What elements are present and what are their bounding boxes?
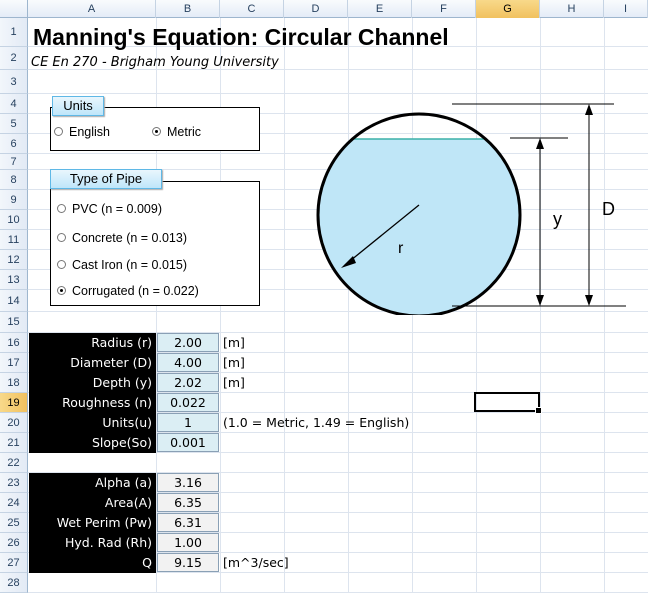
row-header-7[interactable]: 7 (0, 154, 28, 170)
units-metric-radio[interactable]: Metric (152, 125, 201, 139)
depth-unit-cell[interactable]: [m] (223, 373, 245, 393)
row-header-16[interactable]: 16 (0, 333, 28, 353)
radius-label-cell[interactable]: Radius (r) (29, 333, 156, 353)
radio-on-icon (57, 286, 66, 295)
units-metric-label: Metric (167, 125, 202, 139)
row-header-26[interactable]: 26 (0, 533, 28, 553)
row-header-27[interactable]: 27 (0, 553, 28, 573)
page-title: Manning's Equation: Circular Channel (33, 24, 449, 50)
column-h-header[interactable]: H (540, 0, 604, 18)
row-header-8[interactable]: 8 (0, 170, 28, 190)
pipe-cross-section-diagram: r D y (316, 103, 626, 315)
row-header-22[interactable]: 22 (0, 453, 28, 473)
row-header-19[interactable]: 19 (0, 393, 28, 413)
radius-unit-cell[interactable]: [m] (223, 333, 245, 353)
diameter-arrow-bottom (585, 295, 593, 306)
depth-label-cell[interactable]: Depth (y) (29, 373, 156, 393)
units-value-cell[interactable]: 1 (157, 413, 219, 432)
pipe-group-label: Type of Pipe (50, 169, 162, 189)
depth-label: y (553, 209, 562, 229)
flow-label-cell[interactable]: Q (29, 553, 156, 573)
pipe-concrete-label: Concrete (n = 0.013) (72, 231, 187, 245)
row-header-11[interactable]: 11 (0, 230, 28, 250)
units-english-radio[interactable]: English (54, 125, 110, 139)
row-header-2[interactable]: 2 (0, 47, 28, 70)
row-header-5[interactable]: 5 (0, 114, 28, 134)
column-e-header[interactable]: E (348, 0, 412, 18)
pipe-corrugated-label: Corrugated (n = 0.022) (72, 284, 199, 298)
diameter-label: D (602, 199, 615, 219)
diameter-unit-cell[interactable]: [m] (223, 353, 245, 373)
radio-off-icon (57, 233, 66, 242)
depth-arrow-top (536, 138, 544, 149)
column-c-header[interactable]: C (220, 0, 284, 18)
row-header-14[interactable]: 14 (0, 290, 28, 312)
row-header-28[interactable]: 28 (0, 573, 28, 593)
pipe-concrete-radio[interactable]: Concrete (n = 0.013) (57, 231, 187, 245)
pipe-cast-iron-label: Cast Iron (n = 0.015) (72, 258, 187, 272)
row-header-25[interactable]: 25 (0, 513, 28, 533)
column-d-header[interactable]: D (284, 0, 348, 18)
column-i-header[interactable]: I (604, 0, 648, 18)
row-header-1[interactable]: 1 (0, 18, 28, 47)
row-header-9[interactable]: 9 (0, 190, 28, 210)
radius-label: r (398, 240, 404, 257)
roughness-value-cell[interactable]: 0.022 (157, 393, 219, 412)
select-all-corner[interactable] (0, 0, 28, 18)
hydraulic-radius-label-cell[interactable]: Hyd. Rad (Rh) (29, 533, 156, 553)
column-g-header[interactable]: G (476, 0, 540, 18)
page-subtitle: CE En 270 - Brigham Young University (31, 55, 279, 70)
units-group-label: Units (52, 96, 104, 116)
row-header-24[interactable]: 24 (0, 493, 28, 513)
flow-value-cell[interactable]: 9.15 (157, 553, 219, 572)
hydraulic-radius-value-cell[interactable]: 1.00 (157, 533, 219, 552)
active-cell-selection[interactable] (474, 392, 542, 414)
grid-line (284, 18, 285, 593)
pipe-pvc-label: PVC (n = 0.009) (72, 202, 162, 216)
row-header-20[interactable]: 20 (0, 413, 28, 433)
units-english-label: English (69, 125, 110, 139)
row-header-6[interactable]: 6 (0, 134, 28, 154)
row-header-18[interactable]: 18 (0, 373, 28, 393)
depth-value-cell[interactable]: 2.02 (157, 373, 219, 392)
radio-off-icon (57, 260, 66, 269)
row-header-12[interactable]: 12 (0, 250, 28, 270)
column-b-header[interactable]: B (156, 0, 220, 18)
alpha-value-cell[interactable]: 3.16 (157, 473, 219, 492)
grid-line (28, 93, 648, 94)
units-note-cell[interactable]: (1.0 = Metric, 1.49 = English) (223, 413, 409, 433)
radius-value-cell[interactable]: 2.00 (157, 333, 219, 352)
radio-on-icon (152, 127, 161, 136)
units-label-cell[interactable]: Units(u) (29, 413, 156, 433)
slope-label-cell[interactable]: Slope(So) (29, 433, 156, 453)
radio-off-icon (54, 127, 63, 136)
row-header-10[interactable]: 10 (0, 210, 28, 230)
row-header-15[interactable]: 15 (0, 312, 28, 333)
column-c-header[interactable]: A (28, 0, 156, 18)
pipe-corrugated-radio[interactable]: Corrugated (n = 0.022) (57, 284, 199, 298)
pipe-pvc-radio[interactable]: PVC (n = 0.009) (57, 202, 162, 216)
depth-arrow-bottom (536, 295, 544, 306)
slope-value-cell[interactable]: 0.001 (157, 433, 219, 452)
column-f-header[interactable]: F (412, 0, 476, 18)
radio-off-icon (57, 204, 66, 213)
area-value-cell[interactable]: 6.35 (157, 493, 219, 512)
pipe-cast-iron-radio[interactable]: Cast Iron (n = 0.015) (57, 258, 187, 272)
row-header-4[interactable]: 4 (0, 94, 28, 114)
wet-perimeter-value-cell[interactable]: 6.31 (157, 513, 219, 532)
wet-perimeter-label-cell[interactable]: Wet Perim (Pw) (29, 513, 156, 533)
row-header-23[interactable]: 23 (0, 473, 28, 493)
flow-unit-cell[interactable]: [m^3/sec] (223, 553, 289, 573)
area-label-cell[interactable]: Area(A) (29, 493, 156, 513)
diameter-label-cell[interactable]: Diameter (D) (29, 353, 156, 373)
row-header-13[interactable]: 13 (0, 270, 28, 290)
row-header-21[interactable]: 21 (0, 433, 28, 453)
diameter-value-cell[interactable]: 4.00 (157, 353, 219, 372)
diameter-arrow-top (585, 104, 593, 115)
row-header-3[interactable]: 3 (0, 70, 28, 94)
alpha-label-cell[interactable]: Alpha (a) (29, 473, 156, 493)
roughness-label-cell[interactable]: Roughness (n) (29, 393, 156, 413)
row-header-17[interactable]: 17 (0, 353, 28, 373)
